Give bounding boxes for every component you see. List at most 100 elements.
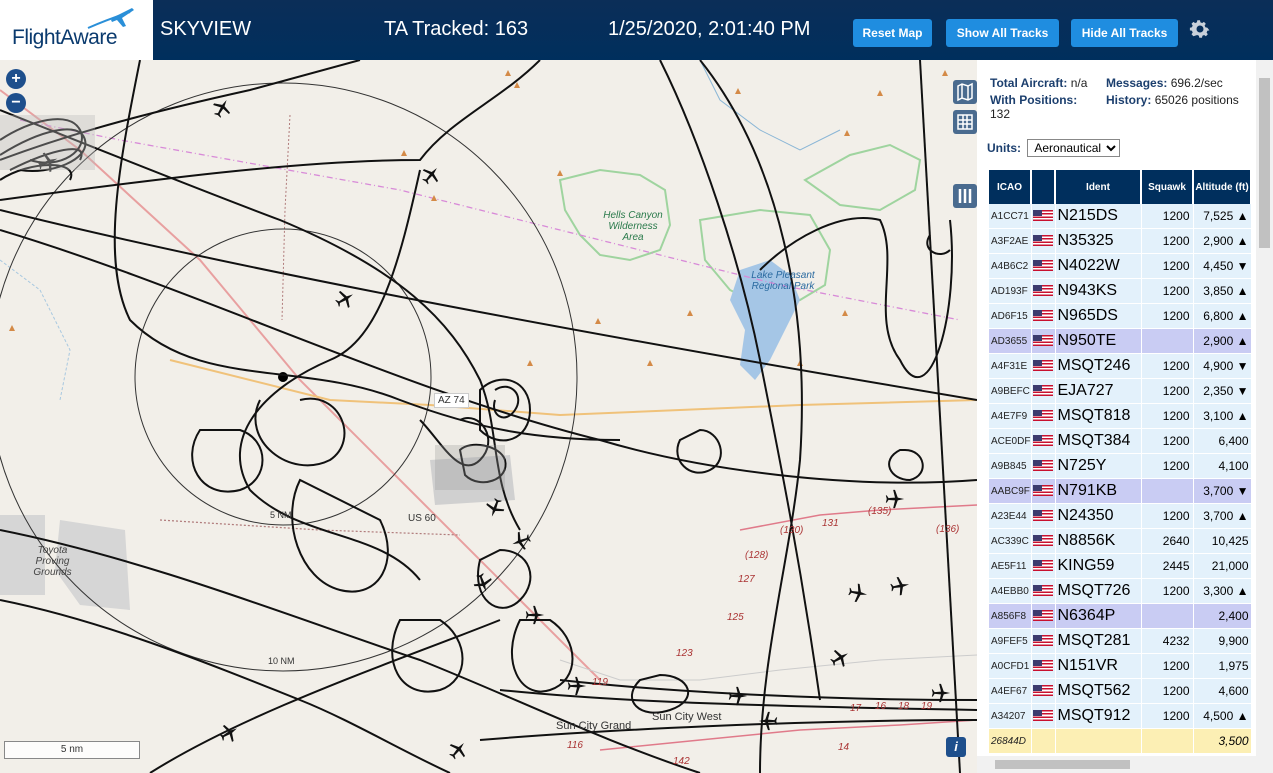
cell-altitude: 3,500 — [1193, 728, 1251, 754]
table-row[interactable]: AD6F15 N965DS 1200 6,800 ▲ — [989, 303, 1251, 329]
cell-squawk: 1200 — [1141, 303, 1194, 329]
datetime-display: 1/25/2020, 2:01:40 PM — [608, 18, 811, 40]
column-header-icao[interactable]: ICAO — [989, 170, 1032, 204]
cell-icao: A1CC71 — [989, 204, 1032, 229]
aircraft-icon[interactable] — [420, 164, 442, 186]
us-flag-icon — [1033, 685, 1053, 697]
aircraft-icon[interactable] — [211, 97, 233, 119]
cell-icao: A4B6C2 — [989, 253, 1032, 279]
us-flag-icon — [1033, 385, 1053, 397]
table-row[interactable]: A0CFD1 N151VR 1200 1,975 — [989, 653, 1251, 679]
gear-icon[interactable] — [1188, 17, 1212, 41]
aircraft-icon[interactable] — [757, 710, 779, 732]
table-row[interactable]: A4B6C2 N4022W 1200 4,450 ▼ — [989, 253, 1251, 279]
vertical-scrollbar[interactable] — [1256, 60, 1273, 773]
hide-all-tracks-button[interactable]: Hide All Tracks — [1071, 19, 1178, 47]
zoom-out-button[interactable]: − — [6, 93, 26, 113]
aircraft-icon[interactable] — [334, 288, 356, 310]
aircraft-icon[interactable] — [829, 647, 851, 669]
aircraft-icon[interactable] — [218, 722, 240, 744]
aircraft-icon[interactable] — [447, 739, 469, 761]
cell-squawk: 4232 — [1141, 628, 1194, 654]
table-row[interactable]: A34207 MSQT912 1200 4,500 ▲ — [989, 703, 1251, 729]
table-row[interactable]: A1CC71 N215DS 1200 7,525 ▲ — [989, 204, 1251, 229]
table-row[interactable]: AE5F11 KING59 2445 21,000 — [989, 553, 1251, 579]
table-row[interactable]: A4F31E MSQT246 1200 4,900 ▼ — [989, 353, 1251, 379]
toggle-sidebar-button[interactable] — [953, 184, 977, 208]
aircraft-icon[interactable] — [889, 575, 911, 597]
hells-canyon-label: Hells Canyon Wilderness Area — [603, 210, 663, 243]
show-all-tracks-button[interactable]: Show All Tracks — [946, 19, 1059, 47]
cell-altitude: 4,450 ▼ — [1193, 253, 1251, 279]
flag-cell — [1031, 353, 1056, 379]
aircraft-table-container[interactable]: ICAO Ident Squawk Altitude (ft) A1CC71 N2… — [989, 170, 1251, 755]
zoom-in-button[interactable]: + — [6, 69, 26, 89]
aircraft-icon[interactable] — [524, 604, 546, 626]
map-layers-button[interactable] — [953, 80, 977, 104]
cell-altitude: 2,900 ▲ — [1193, 328, 1251, 354]
us-flag-icon — [1033, 285, 1053, 297]
route-18-label: 18 — [898, 701, 910, 712]
us60-label: US 60 — [408, 513, 436, 524]
table-row[interactable]: A9B845 N725Y 1200 4,100 — [989, 453, 1251, 479]
cell-altitude: 2,400 — [1193, 603, 1251, 629]
cell-altitude: 3,100 ▲ — [1193, 403, 1251, 429]
flag-cell — [1031, 428, 1056, 454]
cell-squawk: 1200 — [1141, 278, 1194, 304]
aircraft-icon[interactable] — [472, 572, 494, 594]
table-row[interactable]: AABC9F N791KB 3,700 ▼ — [989, 478, 1251, 504]
map-view[interactable]: Hells Canyon Wilderness Area Lake Pleasa… — [0, 60, 977, 773]
aircraft-icon[interactable] — [727, 685, 749, 707]
cell-ident: MSQT281 — [1055, 628, 1142, 654]
cell-squawk: 1200 — [1141, 678, 1194, 704]
table-row[interactable]: A4EF67 MSQT562 1200 4,600 — [989, 678, 1251, 704]
table-row[interactable]: 26844D 3,500 — [989, 728, 1251, 754]
sun-city-grand-label: Sun City Grand — [556, 720, 632, 732]
aircraft-icon[interactable] — [566, 675, 588, 697]
table-row[interactable]: AD193F N943KS 1200 3,850 ▲ — [989, 278, 1251, 304]
aircraft-icon[interactable] — [510, 530, 532, 552]
aircraft-icon[interactable] — [930, 682, 952, 704]
route-142-label: 142 — [673, 756, 690, 767]
table-row[interactable]: A9BEFC EJA727 1200 2,350 ▼ — [989, 378, 1251, 404]
column-header-altitude[interactable]: Altitude (ft) — [1193, 170, 1251, 204]
cell-icao: AD6F15 — [989, 303, 1032, 329]
table-row[interactable]: AD3655 N950TE 2,900 ▲ — [989, 328, 1251, 354]
aircraft-icon[interactable] — [847, 582, 869, 604]
table-row[interactable]: A3F2AE N35325 1200 2,900 ▲ — [989, 228, 1251, 254]
aircraft-icon[interactable] — [484, 497, 506, 519]
cell-squawk: 1200 — [1141, 653, 1194, 679]
table-row[interactable]: A9FEF5 MSQT281 4232 9,900 — [989, 628, 1251, 654]
table-row[interactable]: A4EBB0 MSQT726 1200 3,300 ▲ — [989, 578, 1251, 604]
column-header-squawk[interactable]: Squawk — [1141, 170, 1194, 204]
flightaware-logo[interactable]: FlightAware — [0, 0, 153, 60]
info-button[interactable]: i — [946, 737, 966, 757]
column-header-flag[interactable] — [1031, 170, 1056, 204]
column-header-ident[interactable]: Ident — [1055, 170, 1142, 204]
grid-button[interactable] — [953, 110, 977, 134]
us-flag-icon — [1033, 335, 1053, 347]
flag-cell — [1031, 528, 1056, 554]
units-select[interactable]: Aeronautical — [1027, 139, 1121, 157]
reset-map-button[interactable]: Reset Map — [853, 19, 932, 47]
route-127-label: 127 — [738, 574, 755, 585]
cell-ident: MSQT246 — [1055, 353, 1142, 379]
table-row[interactable]: AC339C N8856K 2640 10,425 — [989, 528, 1251, 554]
us-flag-icon — [1033, 660, 1053, 672]
hscrollbar-thumb[interactable] — [995, 760, 1130, 769]
scrollbar-thumb[interactable] — [1259, 78, 1270, 248]
cell-squawk: 1200 — [1141, 428, 1194, 454]
with-positions-value: 132 — [990, 107, 1011, 121]
table-row[interactable]: ACE0DF MSQT384 1200 6,400 — [989, 428, 1251, 454]
aircraft-icon[interactable] — [36, 150, 60, 174]
route-123-label: 123 — [676, 648, 693, 659]
table-row[interactable]: A856F8 N6364P 2,400 — [989, 603, 1251, 629]
table-row[interactable]: A23E44 N24350 1200 3,700 ▲ — [989, 503, 1251, 529]
cell-altitude: 4,900 ▼ — [1193, 353, 1251, 379]
flag-cell — [1031, 278, 1056, 304]
horizontal-scrollbar[interactable] — [977, 756, 1256, 773]
cell-ident: N8856K — [1055, 528, 1142, 554]
table-row[interactable]: A4E7F9 MSQT818 1200 3,100 ▲ — [989, 403, 1251, 429]
route-16-label: 16 — [875, 701, 887, 712]
app-title: SKYVIEW — [160, 18, 252, 40]
